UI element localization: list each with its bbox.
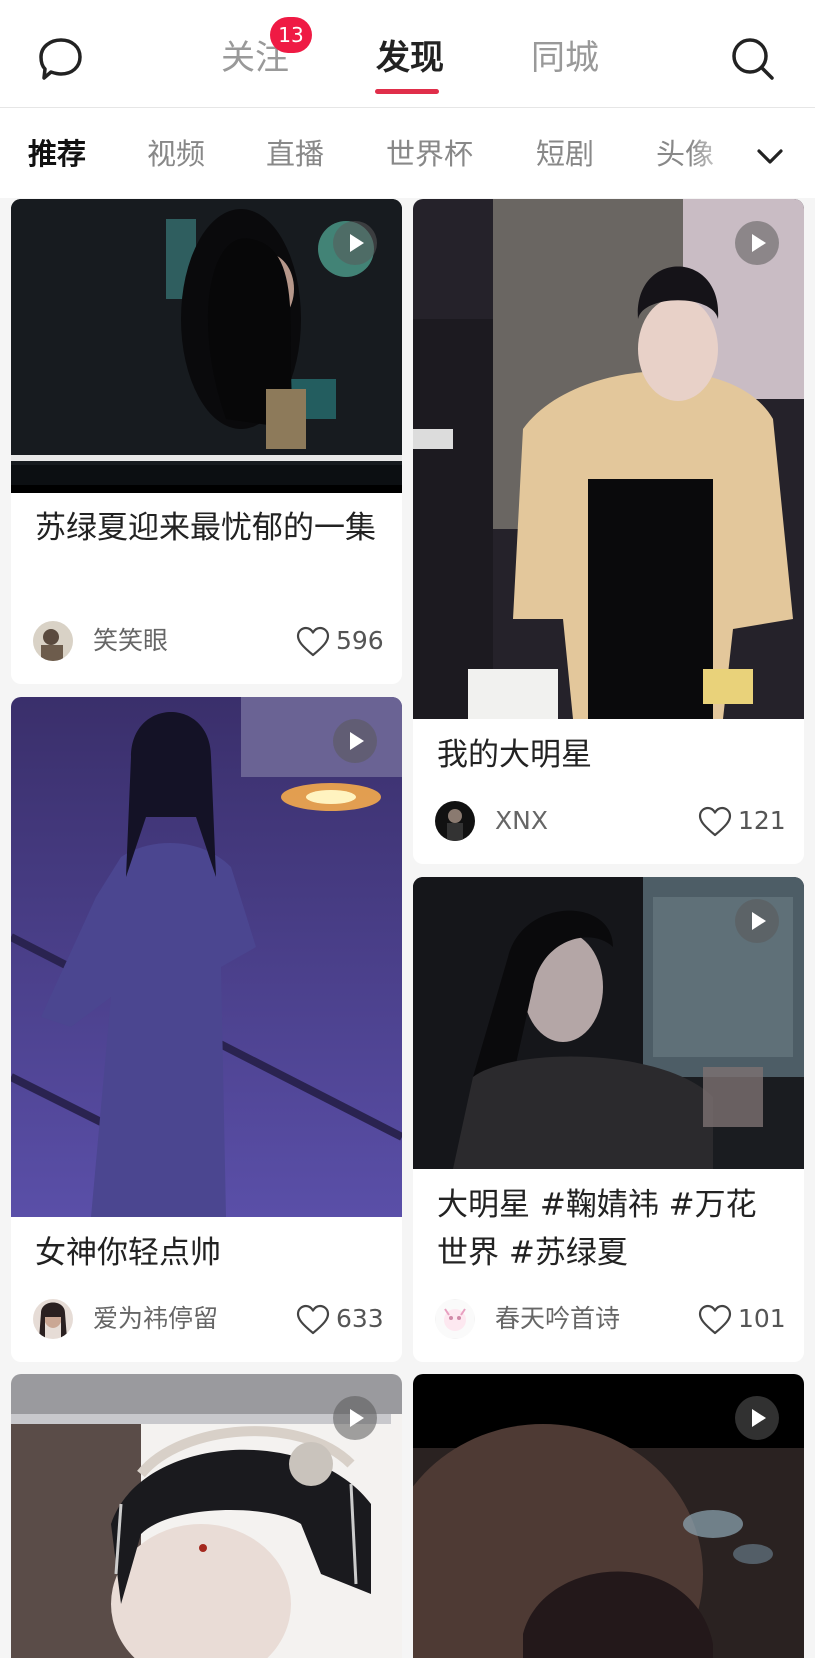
tab-local-label: 同城 (531, 38, 599, 78)
author-name[interactable]: 笑笑眼 (93, 621, 168, 661)
author-avatar[interactable] (33, 621, 73, 661)
search-icon (732, 38, 774, 80)
feed-card[interactable] (11, 1374, 402, 1658)
like-count: 596 (336, 626, 384, 655)
play-icon (333, 1396, 377, 1440)
top-nav: 关注 13 发现 同城 (0, 0, 815, 108)
author-avatar[interactable] (33, 1299, 73, 1339)
tab-discover[interactable]: 发现 (370, 30, 450, 86)
channel-fade (690, 108, 740, 198)
feed-card[interactable]: 我的大明星 XNX 121 (413, 199, 804, 864)
play-icon (735, 221, 779, 265)
author-name[interactable]: 春天吟首诗 (495, 1299, 620, 1339)
card-title: 我的大明星 (437, 737, 592, 773)
active-tab-indicator (375, 89, 439, 94)
feed-card[interactable] (413, 1374, 804, 1658)
author-name[interactable]: XNX (495, 801, 548, 841)
like-count: 633 (336, 1304, 384, 1333)
tab-local[interactable]: 同城 (525, 30, 605, 86)
channel-expand-button[interactable] (750, 136, 790, 176)
search-button[interactable] (728, 34, 778, 84)
play-icon (333, 719, 377, 763)
feed-card[interactable]: 大明星 #鞠婧祎 #万花世界 #苏绿夏 春天吟首诗 101 (413, 877, 804, 1362)
card-thumbnail (11, 697, 402, 1217)
tab-discover-label: 发现 (376, 38, 444, 78)
card-title: 女神你轻点帅 (35, 1235, 221, 1271)
like-count: 121 (738, 806, 786, 835)
heart-icon[interactable] (698, 1304, 732, 1336)
author-avatar[interactable] (435, 801, 475, 841)
channel-live[interactable]: 直播 (266, 132, 324, 176)
channel-short-drama[interactable]: 短剧 (536, 132, 594, 176)
chat-bubble-icon (39, 38, 82, 80)
play-icon (333, 221, 377, 265)
follow-count-badge: 13 (270, 17, 312, 53)
channel-world-cup[interactable]: 世界杯 (386, 132, 473, 176)
channel-recommend[interactable]: 推荐 (28, 132, 86, 176)
card-title: 大明星 #鞠婧祎 #万花世界 #苏绿夏 (437, 1187, 757, 1271)
channel-video[interactable]: 视频 (147, 132, 205, 176)
play-icon (735, 899, 779, 943)
card-thumbnail (413, 199, 804, 719)
author-name[interactable]: 爱为祎停留 (93, 1299, 218, 1339)
author-avatar[interactable] (435, 1299, 475, 1339)
channel-tabs: 推荐 视频 直播 世界杯 短剧 头像 (0, 108, 815, 198)
chevron-down-icon (757, 149, 783, 164)
message-button[interactable] (36, 34, 86, 84)
card-title: 苏绿夏迎来最忧郁的一集 (35, 510, 376, 546)
play-icon (735, 1396, 779, 1440)
feed-card[interactable]: 女神你轻点帅 爱为祎停留 633 (11, 697, 402, 1362)
feed-card[interactable]: 苏绿夏迎来最忧郁的一集 笑笑眼 596 (11, 199, 402, 684)
heart-icon[interactable] (698, 806, 732, 838)
heart-icon[interactable] (296, 626, 330, 658)
heart-icon[interactable] (296, 1304, 330, 1336)
like-count: 101 (738, 1304, 786, 1333)
